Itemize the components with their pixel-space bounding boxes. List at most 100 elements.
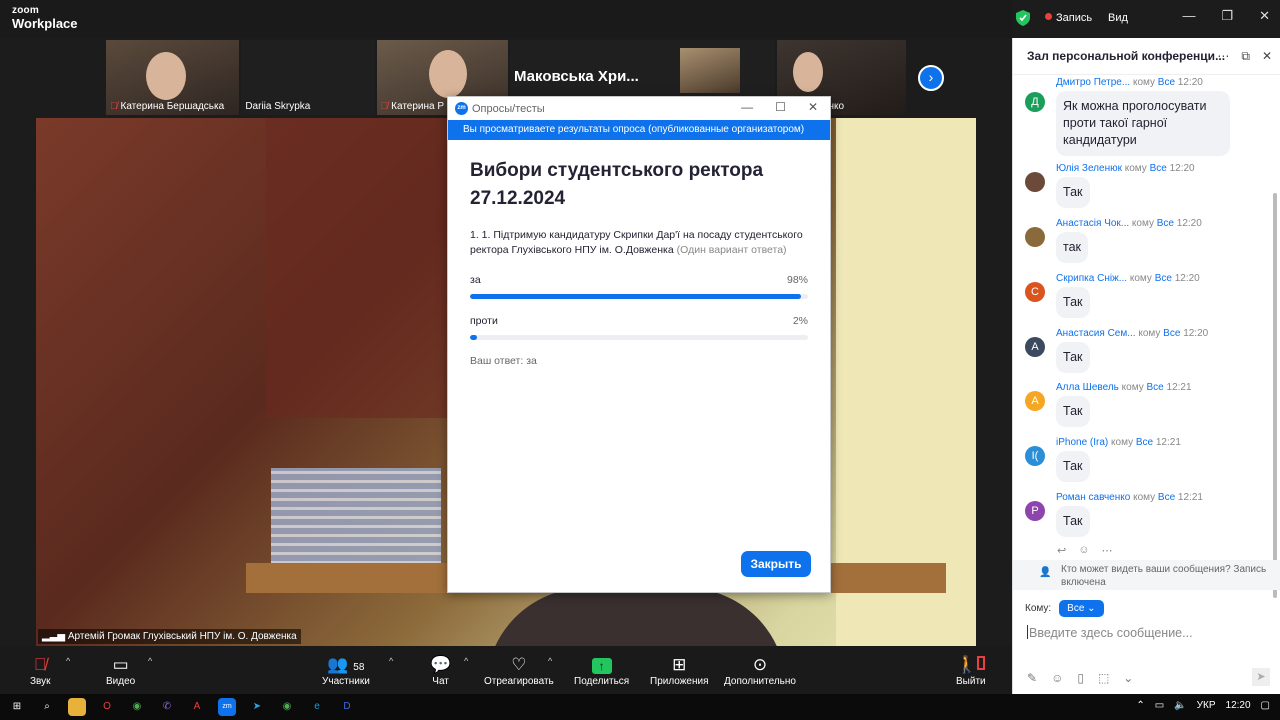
avatar[interactable]: А — [1025, 337, 1045, 357]
emoji-icon[interactable]: ☺ — [1051, 671, 1063, 685]
windows-start-icon[interactable]: ⊞ — [8, 698, 26, 716]
chevron-up-icon[interactable]: ^ — [66, 656, 70, 666]
avatar[interactable]: А — [1025, 391, 1045, 411]
search-icon[interactable]: ⌕ — [38, 698, 56, 716]
language-indicator[interactable]: УКР — [1197, 700, 1216, 711]
telegram-icon[interactable]: ➤ — [248, 698, 266, 716]
speaker-name: Артемій Громак Глухівський НПУ ім. О. До… — [67, 631, 297, 642]
close-icon[interactable]: ✕ — [808, 100, 818, 114]
participant-tile[interactable]: Dariia Skrypka — [241, 40, 375, 115]
chevron-up-icon[interactable]: ^ — [548, 656, 552, 666]
file-icon[interactable]: ▯ — [1077, 671, 1084, 685]
to-label: Кому: — [1025, 603, 1052, 614]
acrobat-icon[interactable]: A — [188, 698, 206, 716]
logo-line1: zoom — [12, 5, 39, 16]
chrome-icon[interactable]: ◉ — [128, 698, 146, 716]
audio-label: Звук — [30, 676, 51, 687]
opera-icon[interactable]: O — [98, 698, 116, 716]
next-page-chevron-icon[interactable]: › — [918, 65, 944, 91]
pop-out-icon[interactable]: ⧉ — [1241, 49, 1250, 64]
sender-name[interactable]: Юлія Зеленюк — [1056, 163, 1122, 174]
sender-name[interactable]: Анастасия Сем... — [1056, 328, 1136, 339]
more-options-icon[interactable]: ⋯ — [1217, 49, 1229, 64]
message-input[interactable]: Введите здесь сообщение... — [1027, 625, 1193, 640]
close-button[interactable]: Закрыть — [741, 551, 811, 577]
file-explorer-icon[interactable] — [68, 698, 86, 716]
security-shield-icon[interactable] — [1016, 10, 1030, 26]
network-icon[interactable]: ▭ — [1155, 700, 1164, 711]
note-text: Кто может видеть ваши сообщения? Запись … — [1061, 564, 1267, 588]
recipient-dropdown[interactable]: Все ⌄ — [1059, 600, 1104, 617]
close-icon[interactable]: ✕ — [1262, 49, 1272, 64]
video-button[interactable]: ▭ Видео ^ — [106, 654, 152, 687]
message-time: 12:20 — [1177, 77, 1203, 88]
maximize-icon[interactable]: ☐ — [775, 100, 786, 114]
sender-name[interactable]: iPhone (Ira) — [1056, 437, 1108, 448]
tray-chevron-icon[interactable]: ⌃ — [1136, 700, 1144, 711]
zoom-taskbar-icon[interactable]: zm — [218, 698, 236, 716]
participants-button[interactable]: 👥 58 Участники ^ — [322, 654, 393, 687]
participant-name: 🎙̸ Катерина Р — [381, 101, 444, 112]
participant-video — [146, 52, 186, 100]
sender-name[interactable]: Скрипка Сніж... — [1056, 273, 1127, 284]
audience: Все — [1154, 273, 1172, 284]
close-icon[interactable]: ✕ — [1259, 8, 1270, 24]
more-button[interactable]: ⊙ Дополнительно — [724, 654, 796, 687]
volume-icon[interactable]: 🔈 — [1174, 700, 1186, 711]
sender-name[interactable]: Дмитро Петре... — [1056, 77, 1130, 88]
apps-button[interactable]: ⊞ Приложения — [650, 654, 709, 687]
avatar[interactable]: С — [1025, 282, 1045, 302]
option-label: за — [470, 274, 481, 286]
chevron-up-icon[interactable]: ^ — [389, 656, 393, 666]
send-icon[interactable]: ➤ — [1252, 668, 1270, 686]
option-percent: 2% — [792, 315, 808, 327]
leave-button[interactable]: 🚶 Выйти — [956, 654, 986, 687]
meeting-toolbar: 🎙̸ Звук ^ ▭ Видео ^ 👥 58 Участники ^ 💬 Ч… — [0, 646, 1012, 694]
scrollbar[interactable] — [1273, 193, 1277, 598]
viber-icon[interactable]: ✆ — [158, 698, 176, 716]
clock[interactable]: 12:20 — [1226, 700, 1251, 711]
chrome-icon[interactable]: ◉ — [278, 698, 296, 716]
share-screen-icon: ↑ — [591, 658, 612, 674]
emoji-react-icon[interactable]: ☺ — [1078, 544, 1089, 557]
chat-icon: 💬 — [430, 655, 452, 674]
minimize-icon[interactable]: — — [1182, 8, 1195, 24]
zoom-window: zoom Workplace Запись Вид — ❐ ✕ 🎙̸ Катери… — [0, 0, 1280, 720]
avatar[interactable]: I( — [1025, 446, 1045, 466]
participants-label: Участники — [322, 676, 370, 687]
reply-icon[interactable]: ↩ — [1057, 544, 1066, 557]
more-icon[interactable]: ⋯ — [1101, 544, 1112, 557]
avatar[interactable] — [1025, 172, 1045, 192]
message-bubble: Так — [1056, 451, 1090, 482]
participant-tile[interactable]: 🎙̸ Катерина Бершадська — [106, 40, 240, 115]
chat-visibility-note[interactable]: 👤 Кто может видеть ваши сообщения? Запис… — [1013, 560, 1280, 590]
format-icon[interactable]: ✎ — [1027, 671, 1037, 685]
os-taskbar: ⊞ ⌕ O ◉ ✆ A zm ➤ ◉ e D ⌃ ▭ 🔈 УКР 12:20 ▢ — [0, 694, 1280, 720]
to-word: кому — [1129, 273, 1152, 284]
screenshot-icon[interactable]: ⬚ — [1098, 671, 1109, 685]
avatar[interactable] — [1025, 227, 1045, 247]
minimize-icon[interactable]: — — [741, 100, 753, 114]
sender-name[interactable]: Роман савченко — [1056, 492, 1130, 503]
app-icon[interactable]: D — [338, 698, 356, 716]
react-button[interactable]: ♡ Отреагировать ^ — [484, 654, 554, 687]
chat-button[interactable]: 💬 Чат ^ — [430, 654, 468, 687]
share-button[interactable]: ↑ Поделиться — [574, 654, 629, 687]
sender-name[interactable]: Анастасія Чок... — [1056, 218, 1129, 229]
message-time: 12:20 — [1169, 163, 1195, 174]
chevron-down-icon[interactable]: ⌄ — [1123, 671, 1133, 685]
chevron-up-icon[interactable]: ^ — [148, 656, 152, 666]
avatar[interactable]: Р — [1025, 501, 1045, 521]
audio-button[interactable]: 🎙̸ Звук ^ — [30, 654, 70, 687]
chevron-up-icon[interactable]: ^ — [464, 656, 468, 666]
restore-icon[interactable]: ❐ — [1221, 8, 1233, 24]
avatar[interactable]: Д — [1025, 92, 1045, 112]
edge-icon[interactable]: e — [308, 698, 326, 716]
recording-indicator[interactable]: Запись — [1045, 12, 1092, 24]
message-bubble: Так — [1056, 396, 1090, 427]
message-meta: Дмитро Петре... кому Все 12:20 — [1056, 77, 1203, 88]
notification-icon[interactable]: ▢ — [1261, 700, 1270, 711]
sender-name[interactable]: Алла Шевель — [1056, 382, 1119, 393]
chat-label: Чат — [432, 676, 449, 687]
view-button[interactable]: Вид — [1108, 12, 1128, 24]
